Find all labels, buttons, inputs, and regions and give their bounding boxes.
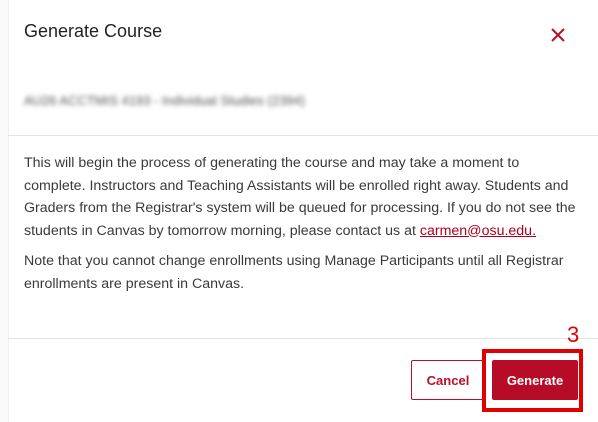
- divider: [8, 338, 598, 339]
- description-paragraph: This will begin the process of generatin…: [24, 152, 580, 242]
- email-link[interactable]: carmen@osu.edu.: [420, 223, 536, 239]
- cancel-button[interactable]: Cancel: [411, 360, 485, 400]
- note-paragraph: Note that you cannot change enrollments …: [24, 253, 564, 292]
- dialog-title: Generate Course: [24, 21, 163, 41]
- generate-button[interactable]: Generate: [492, 360, 578, 400]
- annotation-step-number: 3: [567, 322, 580, 347]
- close-button[interactable]: [546, 23, 570, 47]
- dialog-body: This will begin the process of generatin…: [24, 152, 580, 295]
- divider: [8, 135, 598, 136]
- close-icon: [551, 28, 565, 42]
- course-name: AU26 ACCTMIS 4193 - Individual Studies (…: [24, 93, 306, 108]
- background-edge: [0, 0, 9, 422]
- generate-course-dialog: Generate Course AU26 ACCTMIS 4193 - Indi…: [0, 0, 598, 422]
